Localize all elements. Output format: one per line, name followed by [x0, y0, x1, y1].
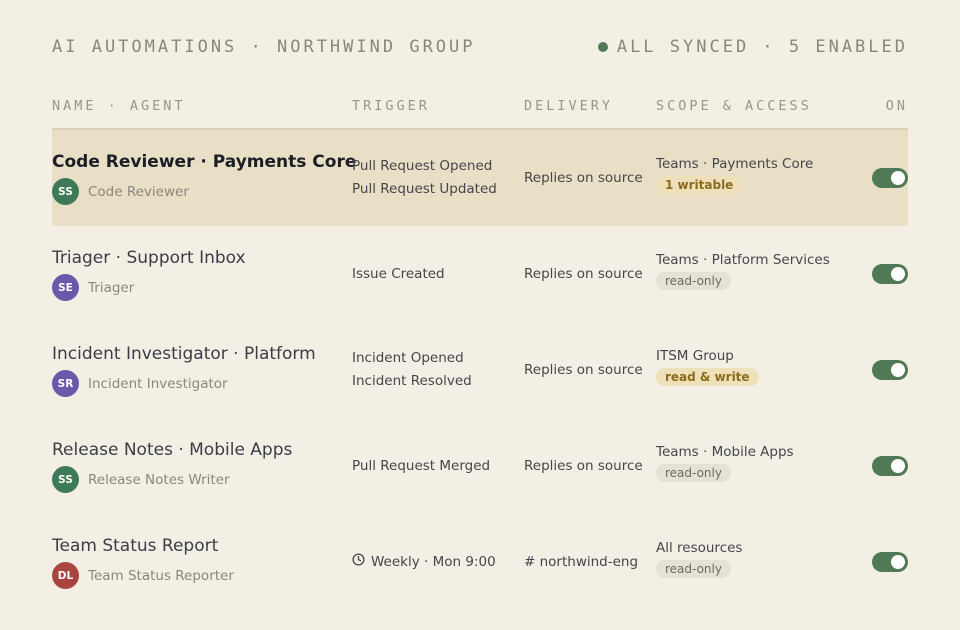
agent-name: Team Status Reporter [88, 567, 234, 584]
scope-cell: Teams · Platform Services read-only [656, 252, 830, 290]
agent-name: Release Notes Writer [88, 471, 230, 488]
delivery-cell: Replies on source [524, 170, 643, 186]
delivery-cell: # northwind-eng [524, 554, 639, 570]
scope-cell: Teams · Payments Core 1 writable [656, 156, 813, 194]
page-title: AI AUTOMATIONS · NORTHWIND GROUP [52, 37, 476, 57]
automation-title[interactable]: Triager · Support Inbox [52, 248, 246, 268]
table-row[interactable]: Code Reviewer · Payments Core SS Code Revi… [52, 130, 908, 226]
delivery-cell: Replies on source [524, 458, 643, 474]
enabled-toggle[interactable] [872, 264, 908, 284]
sync-status: ALL SYNCED · 5 ENABLED [597, 37, 908, 57]
toggle-knob [891, 459, 905, 473]
trigger-label: Issue Created [352, 265, 445, 282]
automation-title[interactable]: Team Status Report [52, 536, 234, 556]
avatar: SS [52, 466, 79, 493]
agent-info: SE Triager [52, 274, 246, 301]
trigger-item: Pull Request Updated [352, 178, 497, 201]
column-header-delivery[interactable]: DELIVERY [524, 98, 613, 114]
automation-name-cell: Incident Investigator · Platform SR Incide… [52, 344, 316, 397]
scope-cell: All resources read-only [656, 540, 742, 578]
trigger-label: Incident Resolved [352, 373, 472, 389]
trigger-label: Pull Request Opened [352, 158, 493, 174]
table-row[interactable]: Incident Investigator · Platform SR Incide… [52, 322, 908, 418]
automation-title[interactable]: Release Notes · Mobile Apps [52, 440, 292, 460]
table-row[interactable]: Triager · Support Inbox SE Triager Issue Cr… [52, 226, 908, 322]
trigger-cell: Weekly · Mon 9:00 [352, 514, 496, 610]
agent-info: SS Release Notes Writer [52, 466, 292, 493]
avatar: SE [52, 274, 79, 301]
avatar: SR [52, 370, 79, 397]
access-badge: read-only [656, 272, 731, 290]
agent-info: SR Incident Investigator [52, 370, 316, 397]
automation-title[interactable]: Code Reviewer · Payments Core [52, 152, 356, 172]
enabled-toggle[interactable] [872, 552, 908, 572]
column-header-name[interactable]: NAME · AGENT [52, 98, 186, 114]
agent-name: Incident Investigator [88, 375, 228, 392]
agent-name: Code Reviewer [88, 183, 189, 200]
scope-label: All resources [656, 540, 743, 556]
clock-icon [352, 551, 365, 574]
delivery-cell: Replies on source [524, 362, 643, 378]
agent-name: Triager [88, 279, 135, 296]
trigger-item: Weekly · Mon 9:00 [352, 551, 496, 574]
enabled-toggle[interactable] [872, 360, 908, 380]
automation-name-cell: Team Status Report DL Team Status Reporter [52, 536, 234, 589]
toggle-knob [891, 363, 905, 377]
trigger-cell: Issue Created [352, 226, 445, 322]
access-badge: read-only [656, 560, 731, 578]
column-headers: NAME · AGENT TRIGGER DELIVERY SCOPE & AC… [52, 98, 908, 118]
avatar: SS [52, 178, 79, 205]
scope-label: Teams · Mobile Apps [656, 444, 794, 460]
table-row[interactable]: Team Status Report DL Team Status Reporter… [52, 514, 908, 610]
trigger-item: Incident Opened [352, 347, 472, 370]
trigger-label: Pull Request Updated [352, 181, 497, 197]
trigger-item: Issue Created [352, 263, 445, 286]
enabled-toggle[interactable] [872, 168, 908, 188]
trigger-item: Incident Resolved [352, 370, 472, 393]
trigger-item: Pull Request Opened [352, 155, 497, 178]
automation-name-cell: Code Reviewer · Payments Core SS Code Revi… [52, 152, 356, 205]
sync-status-text: ALL SYNCED · 5 ENABLED [616, 37, 908, 57]
avatar: DL [52, 562, 79, 589]
column-header-on[interactable]: ON [886, 98, 908, 114]
trigger-label: Incident Opened [352, 350, 464, 366]
automation-name-cell: Release Notes · Mobile Apps SS Release Not… [52, 440, 292, 493]
trigger-cell: Incident Opened Incident Resolved [352, 322, 472, 418]
access-badge: read & write [656, 368, 759, 386]
access-badge: read-only [656, 464, 731, 482]
scope-cell: ITSM Group read & write [656, 348, 759, 386]
enabled-toggle[interactable] [872, 456, 908, 476]
column-header-trigger[interactable]: TRIGGER [352, 98, 430, 114]
delivery-cell: Replies on source [524, 266, 643, 282]
trigger-label: Weekly · Mon 9:00 [371, 553, 496, 570]
toggle-knob [891, 267, 905, 281]
trigger-cell: Pull Request Merged [352, 418, 490, 514]
toggle-knob [891, 171, 905, 185]
toggle-knob [891, 555, 905, 569]
table-row[interactable]: Release Notes · Mobile Apps SS Release Not… [52, 418, 908, 514]
trigger-item: Pull Request Merged [352, 455, 490, 478]
page-header: AI AUTOMATIONS · NORTHWIND GROUP ALL SYN… [52, 36, 908, 58]
scope-label: Teams · Platform Services [656, 252, 830, 268]
column-header-scope[interactable]: SCOPE & ACCESS [656, 98, 812, 114]
automation-name-cell: Triager · Support Inbox SE Triager [52, 248, 246, 301]
sync-status-dot-icon [597, 42, 608, 52]
scope-label: ITSM Group [656, 348, 734, 364]
agent-info: DL Team Status Reporter [52, 562, 234, 589]
scope-cell: Teams · Mobile Apps read-only [656, 444, 794, 482]
agent-info: SS Code Reviewer [52, 178, 356, 205]
automation-title[interactable]: Incident Investigator · Platform [52, 344, 316, 364]
automation-list: Code Reviewer · Payments Core SS Code Revi… [52, 130, 908, 610]
scope-label: Teams · Payments Core [656, 156, 814, 172]
access-badge: 1 writable [656, 176, 743, 194]
trigger-cell: Pull Request Opened Pull Request Updated [352, 130, 497, 226]
trigger-label: Pull Request Merged [352, 457, 491, 474]
